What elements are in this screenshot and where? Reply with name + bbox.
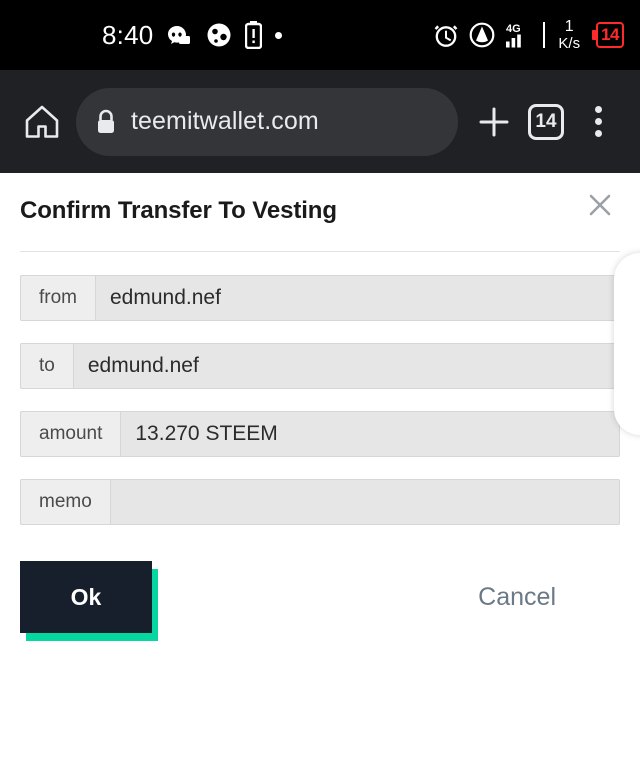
dialog-actions: Ok Cancel [0,547,640,657]
field-label-from: from [20,275,95,321]
svg-text:4G: 4G [506,23,521,35]
field-label-to: to [20,343,73,389]
battery-indicator: 14 [592,22,624,48]
status-time: 8:40 [102,20,154,50]
status-bar-right: 4G 1 K/s 14 [433,19,624,51]
plus-icon [479,107,509,136]
cancel-button[interactable]: Cancel [478,583,556,612]
battery-alert-icon [245,21,263,49]
field-row-to: to edmund.nef [20,343,620,389]
globe-icon [207,23,231,47]
lock-icon [98,109,114,133]
field-row-memo: memo [20,479,620,525]
field-row-amount: amount 13.270 STEEM [20,411,620,457]
ok-button-wrapper: Ok [20,561,158,641]
address-bar-text: teemitwallet.com [131,107,319,135]
data-rate-unit: K/s [558,35,581,52]
field-row-from: from edmund.nef [20,275,620,321]
home-button[interactable] [16,102,68,142]
new-tab-button[interactable] [468,103,520,141]
close-icon [589,194,611,216]
field-value-from[interactable]: edmund.nef [95,275,620,321]
home-icon [25,105,59,138]
dialog-header: Confirm Transfer To Vesting [0,173,640,225]
data-rate-value: 1 [564,18,574,35]
battery-level: 14 [596,22,624,48]
signal-4g-icon: 4G [506,23,522,48]
kebab-menu-icon [594,106,602,137]
field-label-memo: memo [20,479,110,525]
browser-menu-button[interactable] [572,106,624,137]
location-radar-icon [469,22,495,48]
transfer-fields: from edmund.nef to edmund.nef amount 13.… [0,252,640,525]
page-title: Confirm Transfer To Vesting [20,197,337,224]
field-value-amount[interactable]: 13.270 STEEM [120,411,620,457]
tab-count-label: 14 [528,103,564,140]
phone-screen: 8:40 4G 1 K/s 14 teemitwallet.com 14 Con… [0,0,640,759]
status-bar: 8:40 4G 1 K/s 14 [0,0,640,70]
address-bar[interactable]: teemitwallet.com [76,87,458,156]
status-divider [543,22,546,48]
tab-switcher-button[interactable]: 14 [520,103,572,140]
field-value-to[interactable]: edmund.nef [72,343,620,389]
discord-icon [168,25,191,44]
field-label-amount: amount [20,411,121,457]
right-edge-overlay-panel [614,253,640,435]
status-bar-left: 8:40 [102,20,283,50]
data-rate-indicator: 1 K/s [558,18,581,52]
dot-indicator [275,31,283,39]
field-value-memo[interactable] [109,479,620,525]
alarm-clock-icon [434,25,458,47]
page-content: Confirm Transfer To Vesting from edmund.… [0,173,640,759]
browser-toolbar: teemitwallet.com 14 [0,70,640,173]
ok-button[interactable]: Ok [20,561,152,633]
close-button[interactable] [582,187,618,223]
